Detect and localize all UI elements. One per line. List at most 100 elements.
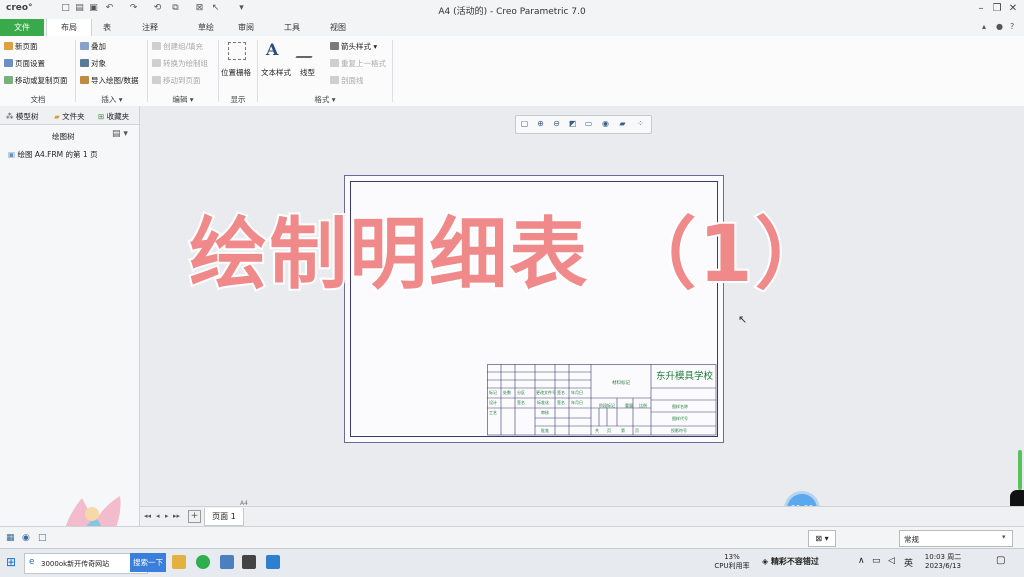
new-page-icon [4, 42, 13, 50]
page-tab-1[interactable]: 页面 1 [204, 508, 244, 526]
object-button[interactable]: 对象 [80, 58, 106, 69]
page-nav-prev-icon[interactable]: ◂ [156, 512, 160, 520]
windows-start-icon[interactable]: ⊞ [6, 555, 20, 569]
move-copy-page-button[interactable]: 移动或复制页面 [4, 75, 68, 86]
page-nav-first-icon[interactable]: ◂◂ [144, 512, 151, 520]
file-explorer-icon[interactable] [172, 555, 186, 569]
filter-value: 常规 [904, 535, 919, 544]
minimize-icon[interactable]: – [974, 2, 988, 16]
refit-icon[interactable]: ▢ [519, 118, 530, 129]
zoom-in-icon[interactable]: ⊕ [535, 118, 546, 129]
line-style-icon [295, 42, 321, 58]
side-scroll-indicator[interactable] [1018, 450, 1022, 490]
ribbon-separator [257, 40, 258, 102]
zoom-out-icon[interactable]: ⊖ [551, 118, 562, 129]
group-icon [152, 42, 161, 50]
window-title: A4 (活动的) - Creo Parametric 7.0 [438, 7, 586, 17]
move-icon [152, 76, 161, 84]
notification-icon[interactable]: ▢ [996, 555, 1005, 566]
tray-expand-icon[interactable]: ∧ [858, 556, 865, 566]
school-name: 东升模具学校 [655, 371, 713, 382]
tab-layout[interactable]: 布局 [46, 19, 92, 37]
move-copy-page-icon [4, 76, 13, 84]
display-style-icon[interactable]: ◉ [600, 118, 611, 129]
model-tree-icon: ⁂ [6, 112, 16, 121]
group-edit[interactable]: 编辑 ▾ [152, 94, 214, 105]
ad-banner[interactable]: ◈ 精彩不容错过 [762, 556, 819, 567]
filter-dropdown[interactable]: 常规 ▾ [899, 530, 1013, 547]
ribbon-separator [147, 40, 148, 102]
browser-tab-title: 3000ok新开传奇网站 [41, 560, 110, 568]
import-icon [80, 76, 89, 84]
position-grid-button[interactable]: 位置栅格 [221, 67, 251, 78]
add-page-icon[interactable]: + [188, 510, 201, 523]
clock-date: 2023/6/13 [925, 562, 961, 570]
arrow-style-button[interactable]: 箭头样式 ▾ [330, 41, 377, 52]
text-style-button[interactable]: 文本样式 [261, 67, 291, 78]
group-format[interactable]: 格式 ▾ [300, 94, 350, 105]
annotation-display-icon[interactable]: ⁘ [635, 118, 646, 129]
tab-folder[interactable]: ▰ 文件夹 [54, 111, 85, 122]
overlay-button[interactable]: 叠加 [80, 41, 106, 52]
page-setup-button[interactable]: 页面设置 [4, 58, 45, 69]
volume-icon[interactable]: ◁ [888, 556, 895, 566]
move-to-page-button[interactable]: 移动到页面 [152, 75, 201, 86]
tab-sketch[interactable]: 草绘 [186, 19, 226, 36]
tab-favorites[interactable]: ⊞ 收藏夹 [98, 111, 129, 122]
repeat-format-button[interactable]: 重复上一格式 [330, 58, 386, 69]
browser-toggle-icon[interactable]: ◉ [22, 533, 30, 543]
ie-icon: e [29, 557, 35, 567]
select-mode-icon[interactable]: ⊠ ▾ [808, 530, 836, 547]
browser-icon[interactable] [196, 555, 210, 569]
tab-review[interactable]: 审阅 [226, 19, 266, 36]
page-nav-next-icon[interactable]: ▸ [165, 512, 169, 520]
tab-table[interactable]: 表 [88, 19, 126, 36]
text-style-icon: A [266, 40, 279, 59]
hatch-icon [330, 76, 339, 84]
navigator-toggle-icon[interactable]: ▦ [6, 533, 15, 543]
creo-task-icon[interactable] [242, 555, 256, 569]
import-drawing-button[interactable]: 导入绘图/数据 [80, 75, 139, 86]
tab-view[interactable]: 视图 [318, 19, 358, 36]
collapse-ribbon-icon[interactable]: ▴ [982, 22, 986, 31]
group-document: 文档 [30, 95, 46, 104]
ime-indicator[interactable]: 英 [904, 556, 913, 569]
tab-annotate[interactable]: 注释 [130, 19, 170, 36]
tree-settings-icon[interactable]: ▤ ▾ [112, 129, 128, 139]
new-page-button[interactable]: 新页面 [4, 41, 38, 52]
layers-icon[interactable]: ▰ [617, 118, 628, 129]
line-style-button[interactable]: 线型 [300, 67, 315, 78]
navigator-panel: ⁂ 模型树 ▰ 文件夹 ⊞ 收藏夹 绘图树 ▤ ▾ ▣ 绘图 A4.FRM 的第… [0, 106, 140, 534]
help-icon[interactable]: ? [1010, 22, 1014, 31]
close-icon[interactable]: ✕ [1006, 2, 1020, 16]
search-button[interactable]: 搜索一下 [130, 553, 166, 572]
search-icon[interactable]: ● [996, 22, 1003, 31]
restore-icon[interactable]: ❐ [990, 2, 1004, 16]
create-group-button[interactable]: 创建组/填充 [152, 41, 203, 52]
tab-model-tree[interactable]: ⁂ 模型树 [6, 111, 38, 122]
ribbon-separator [218, 40, 219, 102]
clock[interactable]: 10:03 周二 2023/6/13 [918, 553, 968, 571]
cpu-label: CPU利用率 [714, 562, 750, 570]
tree-item-sheet[interactable]: ▣ 绘图 A4.FRM 的第 1 页 [8, 149, 98, 160]
tab-tools[interactable]: 工具 [272, 19, 312, 36]
title-bar: creo° □ ▤ ▣ ↶ ↷ ⟲ ⧉ ⊠ ↖ ▾ A4 (活动的) - Cre… [0, 0, 1024, 20]
folder-icon: ▰ [54, 112, 63, 121]
group-display: 显示 [230, 95, 246, 104]
repaint-icon[interactable]: ◩ [567, 118, 578, 129]
sheet-view-icon[interactable]: ▭ [583, 118, 594, 129]
recorder-task-icon[interactable] [266, 555, 280, 569]
drawing-tree-label: 绘图树 [52, 132, 75, 141]
hatch-button[interactable]: 剖面线 [330, 75, 364, 86]
fullscreen-icon[interactable]: □ [38, 533, 47, 543]
status-bar: ▦ ◉ □ ⊠ ▾ 常规 ▾ [0, 526, 1024, 549]
app-icon[interactable] [220, 555, 234, 569]
tab-file[interactable]: 文件 [0, 19, 44, 36]
page-nav-last-icon[interactable]: ▸▸ [173, 512, 180, 520]
convert-draft-group-button[interactable]: 转换为绘制组 [152, 58, 208, 69]
ribbon-separator [392, 40, 393, 102]
chevron-down-icon: ▾ [1002, 533, 1006, 541]
material-label: 材料标记 [612, 381, 630, 386]
network-icon[interactable]: ▭ [872, 556, 881, 566]
group-insert[interactable]: 插入 ▾ [80, 94, 144, 105]
